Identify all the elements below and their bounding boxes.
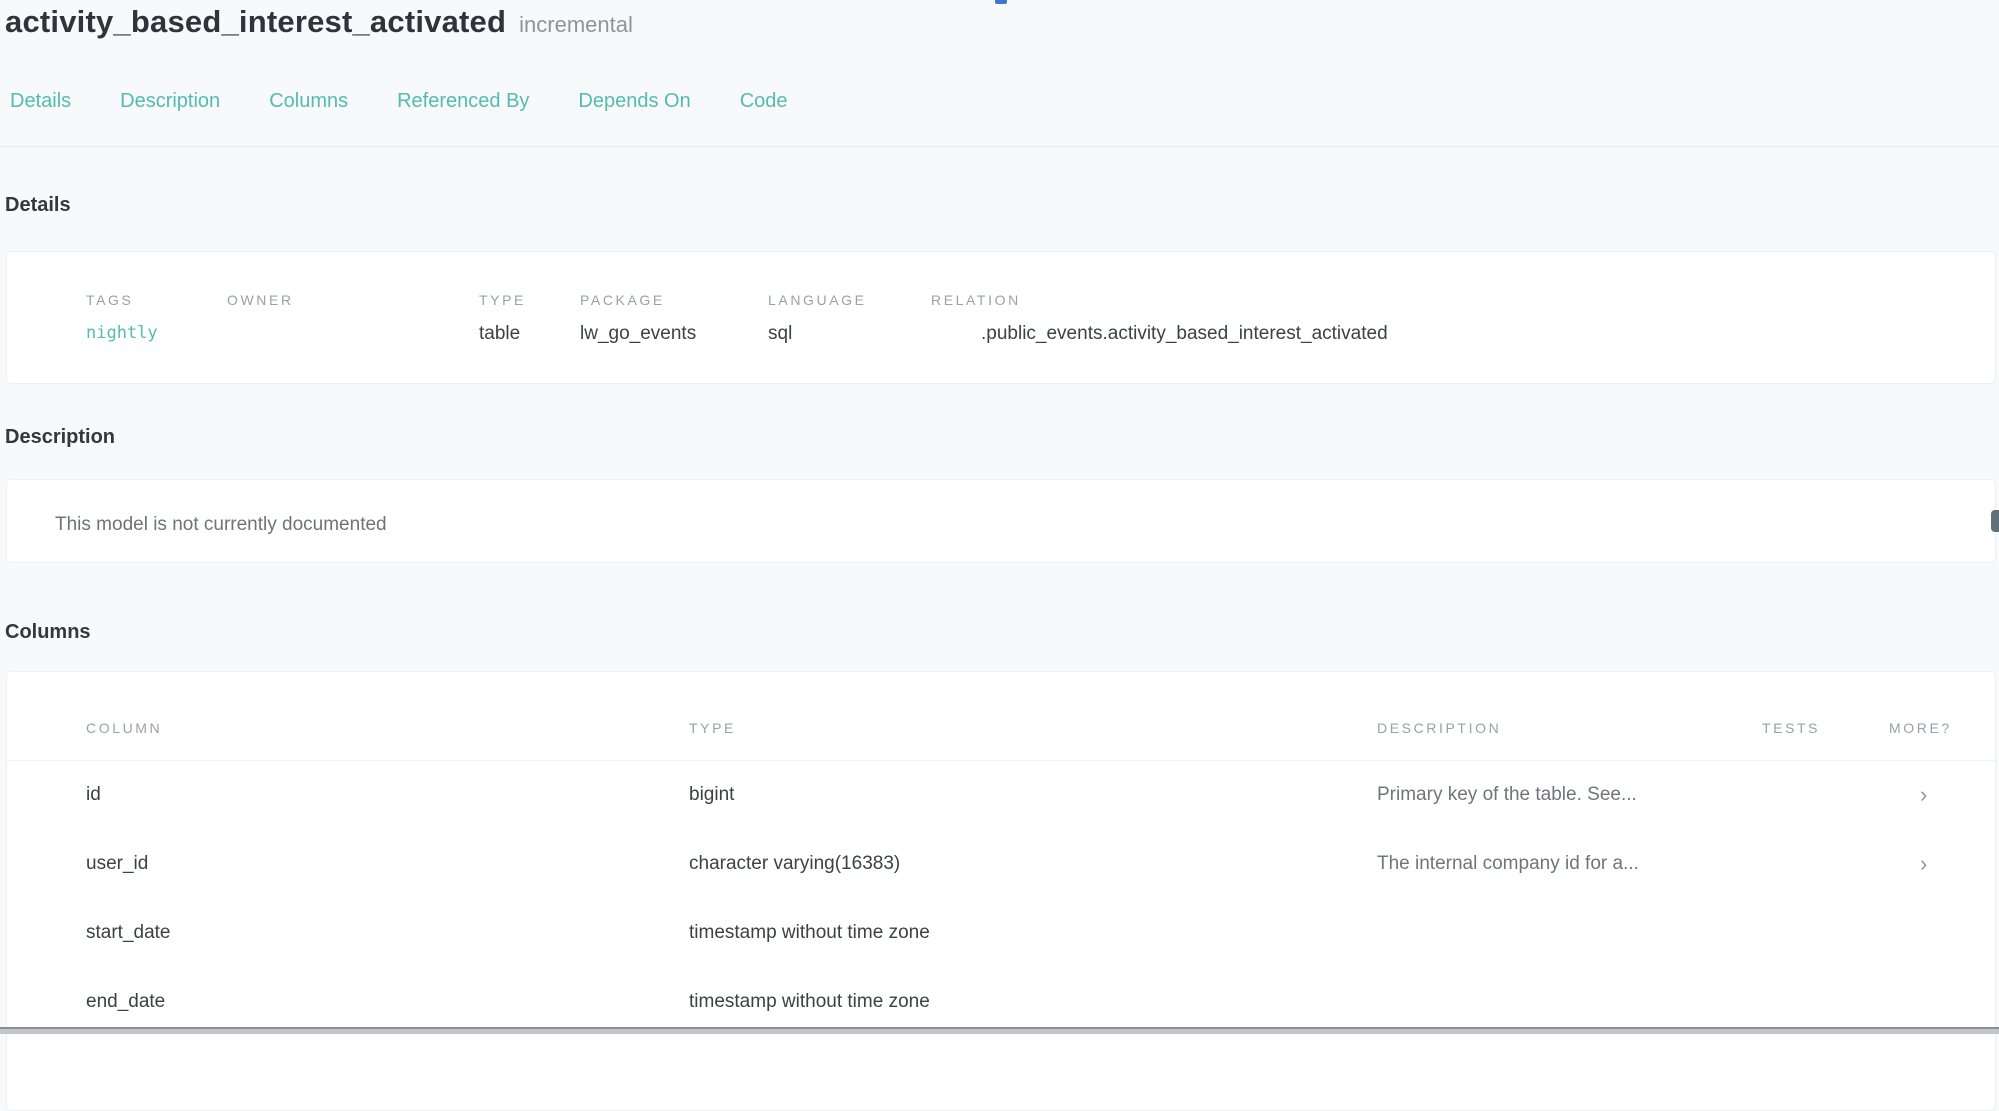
clipped-link-fragment bbox=[995, 0, 1007, 4]
column-row-id[interactable]: id bigint Primary key of the table. See.… bbox=[7, 760, 1995, 829]
chevron-right-icon[interactable]: › bbox=[1920, 851, 1927, 876]
clipped-edge-button[interactable] bbox=[1991, 510, 1999, 532]
header-type: TYPE bbox=[689, 672, 1377, 760]
column-row-user-id[interactable]: user_id character varying(16383) The int… bbox=[7, 829, 1995, 898]
field-package-label: PACKAGE bbox=[580, 292, 768, 309]
header-more: MORE? bbox=[1889, 672, 1995, 760]
model-title-row: activity_based_interest_activated increm… bbox=[5, 2, 1999, 45]
field-owner-label: OWNER bbox=[227, 292, 479, 309]
columns-table-header-row: COLUMN TYPE DESCRIPTION TESTS MORE? bbox=[7, 672, 1995, 760]
description-card: This model is not currently documented bbox=[6, 479, 1996, 563]
field-type: TYPE table bbox=[479, 292, 580, 383]
field-type-label: TYPE bbox=[479, 292, 580, 309]
cell-type: character varying(16383) bbox=[689, 829, 1377, 898]
model-type-badge: incremental bbox=[519, 5, 633, 45]
cell-column: end_date bbox=[7, 967, 689, 1036]
details-card: TAGS nightly OWNER TYPE table PACKAGE lw… bbox=[6, 251, 1996, 384]
tab-columns[interactable]: Columns bbox=[269, 89, 348, 113]
cell-description: Primary key of the table. See... bbox=[1377, 760, 1762, 829]
columns-section-heading: Columns bbox=[5, 621, 1999, 644]
cell-column: user_id bbox=[7, 829, 689, 898]
cell-description bbox=[1377, 898, 1762, 967]
horizontal-scrollbar[interactable] bbox=[0, 1027, 1999, 1034]
details-section-heading: Details bbox=[5, 194, 1999, 217]
columns-section: Columns COLUMN TYPE DESCRIPTION TESTS MO… bbox=[0, 621, 1999, 1111]
chevron-right-icon[interactable]: › bbox=[1920, 782, 1927, 807]
field-language-value: sql bbox=[768, 322, 931, 345]
field-package: PACKAGE lw_go_events bbox=[580, 292, 768, 383]
columns-table: COLUMN TYPE DESCRIPTION TESTS MORE? id b… bbox=[7, 672, 1995, 1036]
tab-code[interactable]: Code bbox=[740, 89, 788, 113]
tab-referenced-by[interactable]: Referenced By bbox=[397, 89, 529, 113]
cell-type: timestamp without time zone bbox=[689, 967, 1377, 1036]
cell-tests bbox=[1762, 898, 1889, 967]
header-divider bbox=[0, 146, 1999, 147]
model-header: activity_based_interest_activated increm… bbox=[0, 0, 1999, 113]
columns-card: COLUMN TYPE DESCRIPTION TESTS MORE? id b… bbox=[6, 671, 1996, 1111]
section-nav: Details Description Columns Referenced B… bbox=[10, 89, 1999, 113]
field-language-label: LANGUAGE bbox=[768, 292, 931, 309]
column-row-end-date[interactable]: end_date timestamp without time zone bbox=[7, 967, 1995, 1036]
field-relation-label: RELATION bbox=[931, 292, 1995, 309]
field-relation: RELATION .public_events.activity_based_i… bbox=[931, 292, 1995, 383]
cell-type: timestamp without time zone bbox=[689, 898, 1377, 967]
description-section: Description This model is not currently … bbox=[0, 426, 1999, 563]
field-tags-label: TAGS bbox=[86, 292, 227, 309]
cell-column: start_date bbox=[7, 898, 689, 967]
field-language: LANGUAGE sql bbox=[768, 292, 931, 383]
tag-nightly[interactable]: nightly bbox=[86, 322, 227, 345]
details-section: Details TAGS nightly OWNER TYPE table PA… bbox=[0, 194, 1999, 384]
header-tests: TESTS bbox=[1762, 672, 1889, 760]
field-relation-value: .public_events.activity_based_interest_a… bbox=[931, 322, 1995, 345]
field-tags: TAGS nightly bbox=[86, 292, 227, 383]
tab-depends-on[interactable]: Depends On bbox=[578, 89, 690, 113]
description-section-heading: Description bbox=[5, 426, 1999, 449]
description-text: This model is not currently documented bbox=[55, 514, 1995, 536]
cell-description: The internal company id for a... bbox=[1377, 829, 1762, 898]
cell-type: bigint bbox=[689, 760, 1377, 829]
tab-details[interactable]: Details bbox=[10, 89, 71, 113]
cell-tests bbox=[1762, 829, 1889, 898]
cell-description bbox=[1377, 967, 1762, 1036]
header-description: DESCRIPTION bbox=[1377, 672, 1762, 760]
cell-tests bbox=[1762, 760, 1889, 829]
field-type-value: table bbox=[479, 322, 580, 345]
cell-tests bbox=[1762, 967, 1889, 1036]
header-column: COLUMN bbox=[7, 672, 689, 760]
cell-column: id bbox=[7, 760, 689, 829]
field-owner: OWNER bbox=[227, 292, 479, 383]
column-row-start-date[interactable]: start_date timestamp without time zone bbox=[7, 898, 1995, 967]
field-package-value: lw_go_events bbox=[580, 322, 768, 345]
tab-description[interactable]: Description bbox=[120, 89, 220, 113]
page-title: activity_based_interest_activated bbox=[5, 2, 506, 42]
